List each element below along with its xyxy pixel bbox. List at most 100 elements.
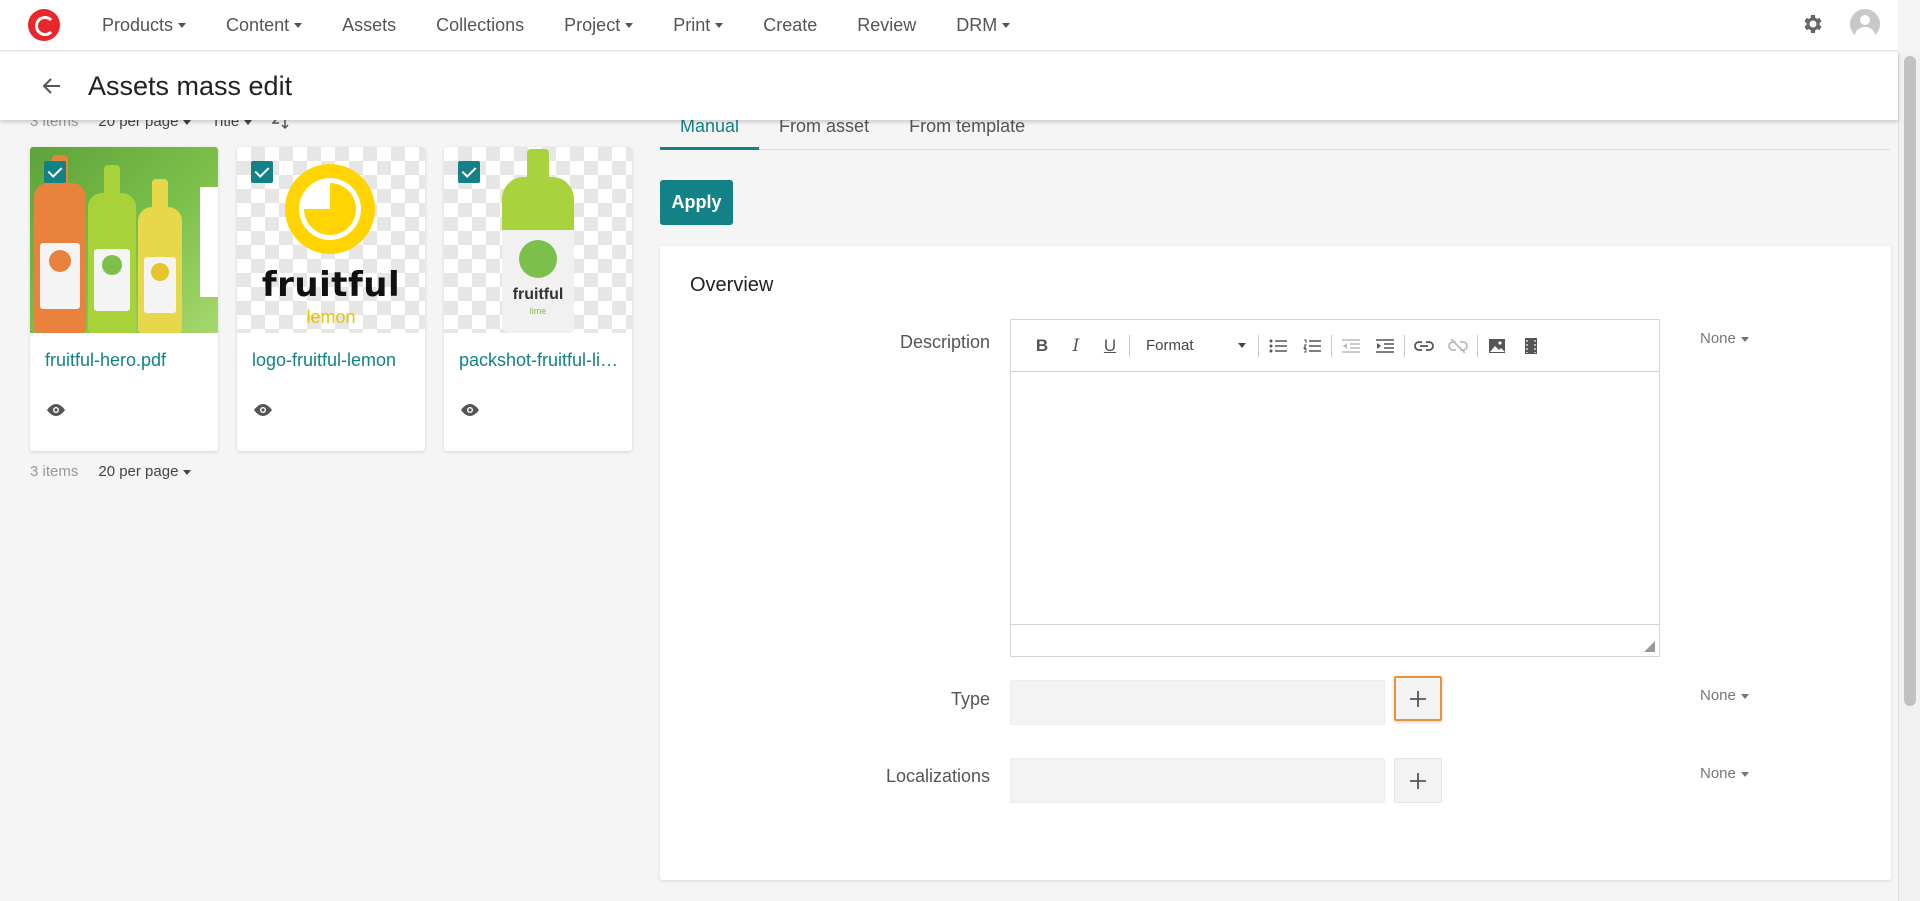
editor-statusbar [1011,624,1659,656]
type-label: Type [950,689,990,709]
nav-print[interactable]: Print [673,15,724,36]
asset-thumbnail[interactable] [30,147,218,333]
link-icon[interactable] [1407,331,1441,361]
bottle-orange [34,155,86,333]
indent-icon[interactable] [1368,331,1402,361]
caret-down-icon [715,23,724,29]
logo-wordmark: fruitful [261,265,401,305]
caret-down-icon [1238,343,1246,348]
numbered-list-icon[interactable] [1295,331,1329,361]
localizations-input[interactable] [1010,758,1385,803]
underline-icon[interactable]: U [1093,331,1127,361]
nav-review[interactable]: Review [857,15,916,36]
select-checkbox[interactable] [44,161,66,183]
asset-title[interactable]: fruitful-hero.pdf [45,350,207,371]
add-localization-button[interactable] [1394,758,1442,803]
toolbar-separator [1477,334,1478,357]
image-icon[interactable] [1480,331,1514,361]
overview-panel: Overview Description B I U Format None T… [660,246,1891,880]
hero-text-fragment [200,187,218,297]
logo-subtext: lemon [306,307,356,327]
toolbar-separator [1404,334,1405,357]
nav-label: Content [226,14,290,35]
top-navigation: Products Content Assets Collections Proj… [0,0,1898,51]
format-dropdown[interactable]: Format [1132,337,1256,354]
caret-down-icon [183,469,192,475]
description-textarea[interactable] [1011,372,1659,624]
page-scrollbar[interactable] [1898,52,1920,901]
nav-create[interactable]: Create [763,15,817,36]
asset-thumbnail[interactable]: fruitful lime [444,147,632,333]
asset-card[interactable]: fruitful lemon logo-fruitful-lemon [237,147,425,451]
type-mode-dropdown[interactable]: None [1700,687,1749,704]
plus-icon [1410,690,1426,707]
asset-card[interactable]: fruitful-hero.pdf [30,147,218,451]
description-mode-dropdown[interactable]: None [1700,330,1749,347]
caret-down-icon [178,23,187,29]
bottle-lemon [138,179,182,333]
bottle-lime [88,165,136,333]
toolbar-separator [1129,334,1130,357]
select-checkbox[interactable] [458,161,480,183]
lime-icon [519,240,557,279]
item-count: 3 items [30,463,79,480]
localizations-mode-dropdown[interactable]: None [1700,765,1749,782]
outdent-icon[interactable] [1334,331,1368,361]
nav-products[interactable]: Products [102,14,187,36]
asset-thumbnail[interactable]: fruitful lemon [237,147,425,333]
caret-down-icon [625,23,634,29]
asset-title[interactable]: packshot-fruitful-lime [459,350,621,371]
list-footer: 3 items 20 per page [30,463,192,480]
nav-right-actions [1800,9,1880,39]
localizations-label: Localizations [885,766,990,786]
caret-down-icon [244,119,253,125]
scrollbar-thumb[interactable] [1904,56,1916,706]
nav-label: Collections [436,14,525,35]
unlink-icon[interactable] [1441,331,1475,361]
nav-assets[interactable]: Assets [342,15,396,36]
asset-card[interactable]: fruitful lime packshot-fruitful-lime [444,147,632,451]
select-checkbox[interactable] [251,161,273,183]
nav-content[interactable]: Content [226,14,303,36]
nav-label: Project [564,14,621,35]
avatar-icon[interactable] [1850,9,1880,39]
nav-label: Products [102,14,174,35]
per-page-label: 20 per page [98,463,179,480]
lime-icon [102,255,122,276]
bottle-neck [104,165,120,195]
mode-label: None [1700,765,1736,782]
bottle-wordmark: fruitful [512,286,564,304]
bottle-lime: fruitful lime [502,149,574,333]
nav-project[interactable]: Project [564,14,634,36]
bullet-list-icon[interactable] [1261,331,1295,361]
gear-icon[interactable] [1800,12,1824,36]
nav-collections[interactable]: Collections [436,15,524,36]
bottle-neck [527,149,549,179]
add-type-button[interactable] [1394,676,1442,721]
apply-button[interactable]: Apply [660,180,733,225]
arrow-left-icon[interactable] [40,74,64,98]
lemon-icon [151,262,169,281]
format-label: Format [1146,337,1194,354]
orange-icon [49,249,71,272]
eye-icon[interactable] [252,403,274,417]
italic-icon[interactable]: I [1059,331,1093,361]
eye-icon[interactable] [459,403,481,417]
nav-drm[interactable]: DRM [956,15,1011,36]
bottle-label [94,249,130,311]
asset-title[interactable]: logo-fruitful-lemon [252,350,414,371]
plus-icon [1410,772,1426,789]
video-icon[interactable] [1514,331,1548,361]
editor-toolbar: B I U Format [1011,320,1659,372]
caret-down-icon [1002,23,1011,29]
type-input[interactable] [1010,680,1385,725]
eye-icon[interactable] [45,403,67,417]
resize-handle-icon[interactable] [1644,641,1655,652]
bottle-label: fruitful lime [502,230,574,333]
logo-icon[interactable] [28,9,60,41]
description-label: Description [899,332,990,352]
bottle-subtext: lime [529,306,547,317]
bold-icon[interactable]: B [1025,331,1059,361]
per-page-dropdown[interactable]: 20 per page [98,463,192,480]
toolbar-separator [1331,334,1332,357]
